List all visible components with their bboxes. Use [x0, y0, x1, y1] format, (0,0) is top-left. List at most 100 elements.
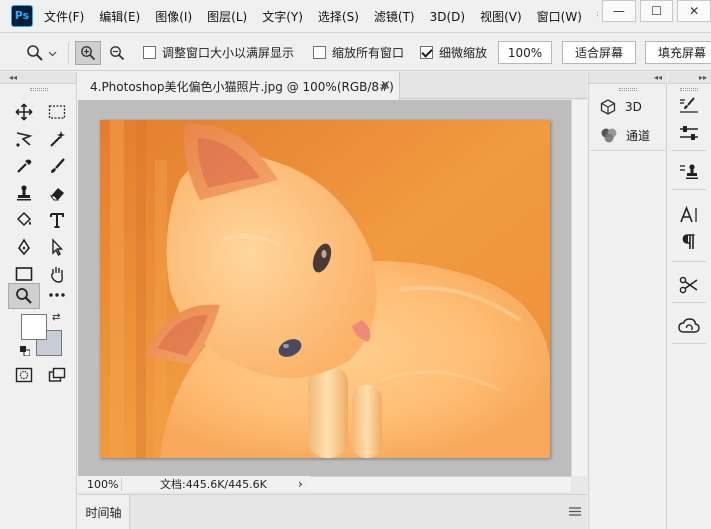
- document-area: 4.Photoshop美化偏色小猫照片.jpg @ 100%(RGB/8#) ×: [78, 72, 587, 529]
- menu-window[interactable]: 窗口(W): [537, 8, 582, 25]
- maximize-button[interactable]: ☐: [639, 0, 674, 22]
- tool-presets-button[interactable]: [676, 273, 702, 297]
- panel-3d[interactable]: 3D: [589, 94, 667, 120]
- zoom-all-windows-label: 缩放所有窗口: [332, 46, 405, 60]
- eraser-tool[interactable]: [44, 181, 70, 205]
- right-strip-grip[interactable]: [680, 88, 698, 91]
- menu-file[interactable]: 文件(F): [44, 8, 84, 25]
- cat-photo[interactable]: [100, 120, 550, 458]
- right-strip-collapse[interactable]: ▸▸: [668, 72, 711, 84]
- eraser-icon: [50, 188, 64, 201]
- brush-icon: [51, 158, 65, 173]
- zoom-in-icon: [81, 46, 96, 61]
- default-colors-icon[interactable]: [20, 345, 31, 357]
- hand-icon: [50, 267, 63, 283]
- zoom-out-icon: [110, 46, 125, 61]
- brush-settings-button[interactable]: [676, 94, 702, 118]
- zoom-percent-field[interactable]: 100%: [498, 41, 552, 64]
- panel-channels-label: 通道: [626, 128, 651, 143]
- tool-preset-picker[interactable]: [20, 41, 62, 65]
- adjustments-button[interactable]: [676, 121, 702, 145]
- vertical-scrollbar[interactable]: [571, 100, 587, 476]
- zoom-all-windows-checkbox[interactable]: [313, 46, 326, 59]
- scrubby-zoom-label: 细微缩放: [439, 46, 488, 60]
- foreground-color-swatch[interactable]: [21, 314, 47, 340]
- libraries-button[interactable]: [676, 314, 702, 338]
- panel-channels[interactable]: 通道: [589, 122, 667, 148]
- status-menu-arrow[interactable]: ›: [298, 477, 303, 491]
- pen-icon: [18, 238, 30, 256]
- marquee-tool[interactable]: [44, 100, 70, 124]
- ellipsis-icon: [49, 293, 65, 297]
- resize-windows-checkbox[interactable]: [143, 46, 156, 59]
- toolbox-collapse[interactable]: ◂◂: [0, 72, 76, 84]
- more-tools-button[interactable]: [44, 283, 70, 307]
- timeline-panel-bar: 时间轴: [78, 494, 587, 529]
- character-icon: [680, 206, 697, 223]
- menu-edit[interactable]: 编辑(E): [99, 8, 140, 25]
- status-bar: 100% 文档:445.6K/445.6K ›: [78, 476, 310, 492]
- menu-bar: Ps 文件(F) 编辑(E) 图像(I) 图层(L) 文字(Y) 选择(S) 滤…: [0, 0, 711, 33]
- fill-screen-button[interactable]: 填充屏幕: [645, 41, 711, 64]
- timeline-tab[interactable]: 时间轴: [78, 495, 130, 529]
- scissors-tool-icon: [679, 276, 698, 294]
- menu-3d[interactable]: 3D(D): [430, 10, 465, 24]
- pen-tool[interactable]: [11, 235, 37, 259]
- document-tab-title: 4.Photoshop美化偏色小猫照片.jpg @ 100%(RGB/8#): [90, 79, 394, 94]
- photoshop-logo: Ps: [11, 5, 33, 27]
- screen-mode-button[interactable]: [44, 363, 70, 387]
- zoom-in-button[interactable]: [75, 41, 101, 65]
- close-tab-icon[interactable]: ×: [380, 78, 391, 93]
- zoom-level-readout[interactable]: 100%: [78, 477, 122, 491]
- zoom-tool-icon: [26, 45, 43, 61]
- document-tab-bar: 4.Photoshop美化偏色小猫照片.jpg @ 100%(RGB/8#) ×: [78, 72, 587, 100]
- panel-grip[interactable]: [619, 88, 637, 91]
- zoom-all-windows-option[interactable]: 缩放所有窗口: [313, 34, 404, 71]
- menu-type[interactable]: 文字(Y): [262, 8, 303, 25]
- paint-bucket-tool[interactable]: [11, 208, 37, 232]
- scrubby-zoom-option[interactable]: 细微缩放: [420, 34, 487, 71]
- menu-image[interactable]: 图像(I): [155, 8, 192, 25]
- clone-stamp-icon: [17, 185, 31, 201]
- path-selection-tool[interactable]: [44, 235, 70, 259]
- paragraph-panel-button[interactable]: [676, 230, 702, 254]
- magic-wand-tool[interactable]: [44, 127, 70, 151]
- rectangle-icon: [15, 267, 33, 281]
- move-tool[interactable]: [11, 100, 37, 124]
- resize-windows-label: 调整窗口大小以满屏显示: [162, 46, 295, 60]
- close-button[interactable]: ✕: [677, 0, 711, 22]
- swap-colors-icon[interactable]: ⇄: [52, 312, 60, 323]
- zoom-out-button[interactable]: [104, 41, 130, 65]
- minimize-button[interactable]: —: [602, 0, 636, 22]
- document-tab[interactable]: 4.Photoshop美化偏色小猫照片.jpg @ 100%(RGB/8#) ×: [78, 72, 400, 100]
- clone-source-button[interactable]: [676, 160, 702, 184]
- magic-wand-icon: [50, 131, 65, 147]
- lasso-tool[interactable]: [11, 127, 37, 151]
- stamp-tool[interactable]: [11, 181, 37, 205]
- type-tool[interactable]: [44, 208, 70, 232]
- zoom-tool[interactable]: [8, 283, 40, 309]
- resize-windows-option[interactable]: 调整窗口大小以满屏显示: [143, 34, 294, 71]
- panel-collapse[interactable]: ◂◂: [589, 72, 667, 84]
- quick-mask-button[interactable]: [11, 363, 37, 387]
- menu-layer[interactable]: 图层(L): [207, 8, 247, 25]
- brush-tool[interactable]: [44, 154, 70, 178]
- creative-cloud-icon: [678, 318, 700, 333]
- toolbox-grip[interactable]: [30, 88, 48, 91]
- canvas-area[interactable]: [78, 100, 571, 476]
- panel-menu-icon[interactable]: [569, 505, 581, 519]
- rectangle-marquee-icon: [48, 105, 66, 119]
- type-icon: [50, 213, 64, 228]
- document-size-readout: 文档:445.6K/445.6K: [160, 478, 267, 491]
- paint-bucket-icon: [16, 211, 32, 227]
- screen-mode-icon: [48, 367, 66, 382]
- menu-view[interactable]: 视图(V): [480, 8, 522, 25]
- menu-select[interactable]: 选择(S): [318, 8, 359, 25]
- arrow-pointer-icon: [52, 238, 64, 256]
- scrubby-zoom-checkbox[interactable]: [420, 46, 433, 59]
- menu-filter[interactable]: 滤镜(T): [374, 8, 415, 25]
- window-controls: — ☐ ✕: [598, 0, 711, 26]
- fit-screen-button[interactable]: 适合屏幕: [562, 41, 636, 64]
- eyedropper-tool[interactable]: [11, 154, 37, 178]
- character-panel-button[interactable]: [676, 203, 702, 227]
